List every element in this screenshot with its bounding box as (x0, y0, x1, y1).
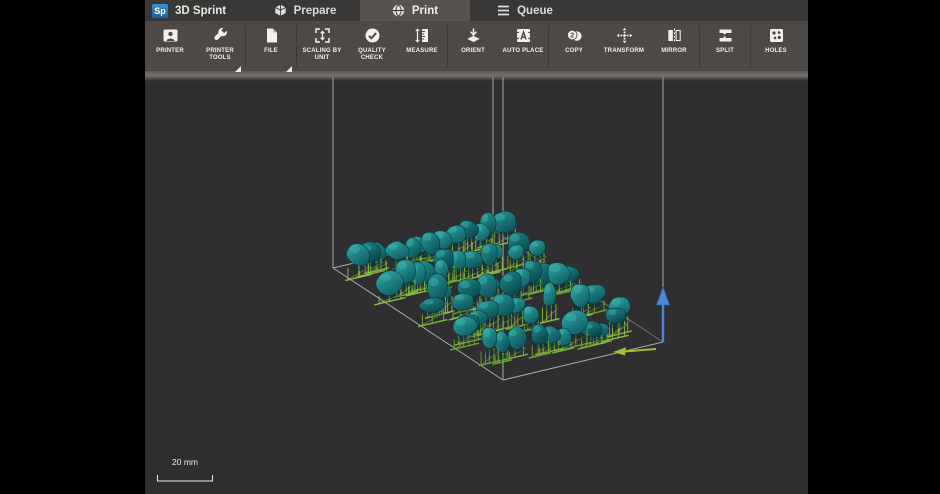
holes-icon (768, 27, 785, 44)
app-brand: Sp 3D Sprint (145, 0, 250, 21)
toolbar-button-label: FILE (264, 48, 278, 54)
toolbar-button-label: QUALITY CHECK (358, 48, 386, 61)
queue-icon (497, 5, 510, 16)
orient-icon (465, 27, 482, 44)
copy-icon: 2 (566, 27, 583, 44)
dropdown-corner-icon (235, 66, 241, 72)
tab-label: Print (411, 4, 439, 17)
toolbar-button-label: TRANSFORM (603, 48, 645, 54)
toolbar-button-mirror[interactable]: MIRROR (649, 21, 699, 76)
tab-print[interactable]: Print (360, 0, 470, 21)
scale-bar-bracket-icon (157, 475, 213, 482)
toolbar-button-label: SPLIT (715, 48, 734, 54)
toolbar-group: SPLIT (700, 21, 750, 76)
app-title: 3D Sprint (175, 4, 227, 17)
printer-icon (162, 27, 179, 44)
sphere-icon (392, 4, 405, 17)
autoplace-icon (515, 27, 532, 44)
transform-icon (616, 27, 633, 44)
wrench-icon (212, 27, 229, 44)
screenshot-stage: Sp 3D Sprint Prepare Print Queue PRINTER PR… (0, 0, 940, 494)
measure-icon (414, 27, 431, 44)
scale-bar: 20 mm (157, 457, 213, 487)
toolbar-group: SCALING BY UNIT QUALITY CHECK MEASURE (297, 21, 447, 76)
toolbar-button-split[interactable]: SPLIT (700, 21, 750, 76)
tab-label: Queue (517, 4, 553, 17)
toolbar-button-measure[interactable]: MEASURE (397, 21, 447, 76)
toolbar-group: ORIENT AUTO PLACE (448, 21, 548, 76)
toolbar-button-scaling-by-unit[interactable]: SCALING BY UNIT (297, 21, 347, 76)
3d-viewport[interactable]: 20 mm (145, 76, 808, 494)
toolbar-group: FILE (246, 21, 296, 76)
split-icon (717, 27, 734, 44)
toolbar-button-printer[interactable]: PRINTER (145, 21, 195, 76)
tab-prepare[interactable]: Prepare (250, 0, 360, 21)
toolbar-button-quality-check[interactable]: QUALITY CHECK (347, 21, 397, 76)
toolbar-button-printer-tools[interactable]: PRINTER TOOLS (195, 21, 245, 76)
toolbar-button-orient[interactable]: ORIENT (448, 21, 498, 76)
app-logo-icon: Sp (152, 3, 168, 18)
check-icon (364, 27, 381, 44)
toolbar-button-transform[interactable]: TRANSFORM (599, 21, 649, 76)
app-window: Sp 3D Sprint Prepare Print Queue PRINTER PR… (145, 0, 808, 494)
dental-models-cluster (345, 210, 633, 367)
toolbar-group: HOLES (751, 21, 801, 76)
toolbar-button-label: PRINTER (156, 48, 184, 54)
file-icon (263, 27, 280, 44)
cube-icon (274, 4, 287, 17)
scaling-icon (314, 27, 331, 44)
toolbar-button-file[interactable]: FILE (246, 21, 296, 76)
toolbar-button-holes[interactable]: HOLES (751, 21, 801, 76)
toolbar-button-label: ORIENT (461, 48, 485, 54)
tab-bar: Sp 3D Sprint Prepare Print Queue (145, 0, 808, 21)
toolbar-group: PRINTER PRINTER TOOLS (145, 21, 245, 76)
toolbar: PRINTER PRINTER TOOLS FILE SCALING BY UNIT Q… (145, 21, 808, 76)
scale-bar-label: 20 mm (172, 457, 198, 467)
tab-queue[interactable]: Queue (470, 0, 580, 21)
toolbar-button-copy[interactable]: 2 COPY (549, 21, 599, 76)
toolbar-button-label: SCALING BY UNIT (302, 48, 342, 61)
build-plate-scene (332, 77, 670, 381)
tab-label: Prepare (293, 4, 337, 17)
dropdown-corner-icon (286, 66, 292, 72)
toolbar-button-label: AUTO PLACE (502, 48, 544, 54)
toolbar-button-label: MEASURE (406, 48, 438, 54)
toolbar-button-auto-place[interactable]: AUTO PLACE (498, 21, 548, 76)
toolbar-button-label: HOLES (765, 48, 787, 54)
toolbar-button-label: PRINTER TOOLS (206, 48, 234, 61)
toolbar-group: 2 COPY TRANSFORM MIRROR (549, 21, 699, 76)
toolbar-button-label: COPY (565, 48, 583, 54)
mirror-icon (666, 27, 683, 44)
toolbar-button-label: MIRROR (661, 48, 687, 54)
svg-text:2: 2 (570, 32, 574, 39)
